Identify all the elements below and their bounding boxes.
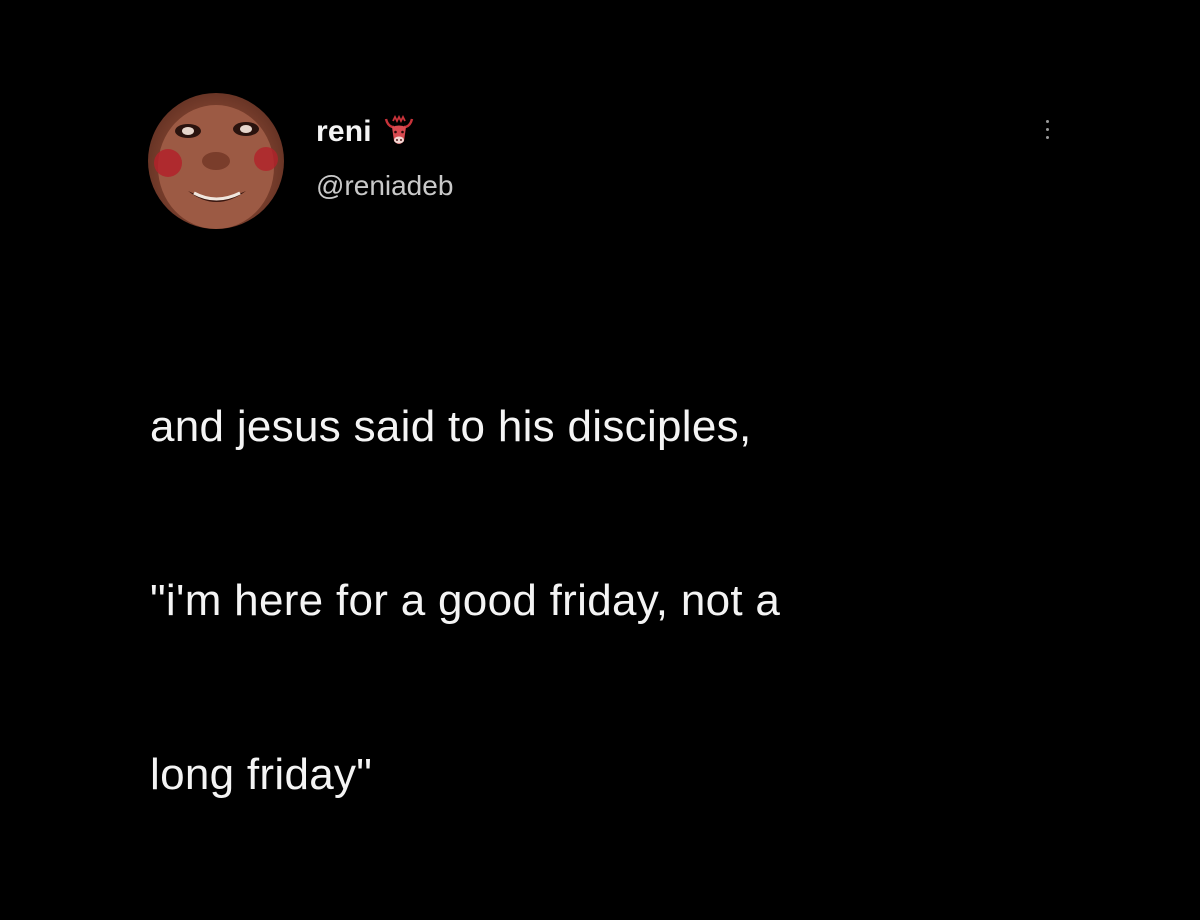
display-name[interactable]: reni [316,115,372,149]
tweet-card: reni @reniadeb and jesus said to his dis… [0,0,1200,799]
tweet-text-line: and jesus said to his disciples, [150,402,752,451]
name-row: reni [316,112,453,152]
more-dot [1045,136,1049,139]
tweet-text: and jesus said to his disciples, "i'm he… [150,282,1110,920]
bull-emoji-icon [384,115,414,144]
tweet-header: reni @reniadeb [316,112,453,202]
more-dot [1045,128,1049,131]
more-options-icon[interactable] [1040,120,1054,152]
avatar-face-icon [154,105,278,229]
more-dot [1045,120,1049,123]
avatar[interactable] [148,93,284,229]
tweet-text-line: "i'm here for a good friday, not a [150,576,781,625]
user-handle[interactable]: @reniadeb [316,170,453,202]
tweet-text-line: long friday" [150,750,373,799]
